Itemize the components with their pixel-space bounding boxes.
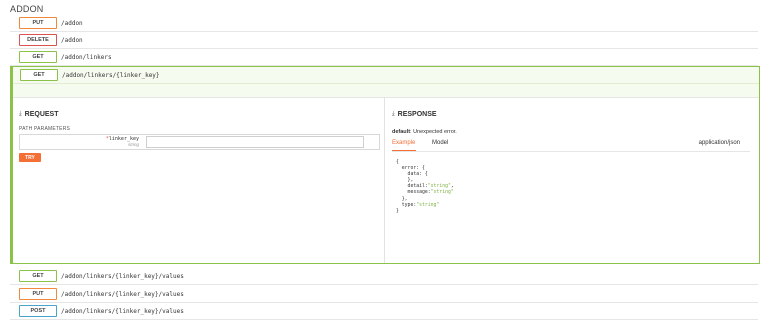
endpoint-row-put-addon[interactable]: PUT /addon: [10, 15, 758, 32]
expanded-endpoint-header[interactable]: GET /addon/linkers/{linker_key}: [13, 67, 759, 84]
tab-model[interactable]: Model: [432, 140, 448, 150]
method-badge-put[interactable]: PUT: [19, 17, 57, 29]
expanded-endpoint-panel: GET /addon/linkers/{linker_key} ⤓ REQUES…: [10, 66, 760, 264]
method-badge-post[interactable]: POST: [19, 305, 57, 317]
request-title-label: REQUEST: [24, 111, 59, 118]
endpoint-row-get-linkers[interactable]: GET /addon/linkers: [10, 49, 758, 66]
method-badge-get[interactable]: GET: [20, 69, 58, 81]
endpoint-path[interactable]: /addon: [61, 20, 83, 27]
endpoint-row-put-values[interactable]: PUT /addon/linkers/{linker_key}/values: [10, 286, 758, 303]
endpoint-path[interactable]: /addon/linkers/{linker_key}/values: [61, 308, 184, 315]
method-badge-put[interactable]: PUT: [19, 288, 57, 300]
endpoint-row-get-values[interactable]: GET /addon/linkers/{linker_key}/values: [10, 268, 758, 285]
method-badge-get[interactable]: GET: [19, 270, 57, 282]
method-badge-delete[interactable]: DELETE: [19, 34, 57, 46]
response-title-label: RESPONSE: [397, 111, 437, 118]
column-divider: [384, 98, 385, 263]
endpoint-path[interactable]: /addon/linkers/{linker_key}/values: [61, 273, 184, 280]
endpoint-path[interactable]: /addon/linkers/{linker_key}/values: [61, 291, 184, 298]
section-title: ADDON: [10, 4, 44, 14]
param-row: *linker_key string: [19, 134, 380, 150]
default-label: default: [392, 129, 411, 135]
endpoint-path[interactable]: /addon/linkers: [61, 54, 112, 61]
endpoint-row-delete-addon[interactable]: DELETE /addon: [10, 32, 758, 49]
response-description: default: Unexpected error.: [392, 129, 457, 135]
path-parameters-label: PATH PARAMETERS: [19, 126, 71, 132]
response-tabs: Example Model application/json: [392, 140, 750, 152]
linker-key-input[interactable]: [146, 136, 364, 148]
param-type: string: [127, 142, 139, 147]
response-description-text: : Unexpected error.: [410, 129, 457, 135]
method-badge-get[interactable]: GET: [19, 51, 57, 63]
request-title: ⤓ REQUEST: [19, 111, 59, 118]
tab-example[interactable]: Example: [392, 140, 416, 151]
download-arrow-icon: ⤓: [392, 111, 395, 117]
response-title: ⤓ RESPONSE: [392, 111, 437, 118]
response-example-code: { error: { data: { }, detail:"string", m…: [396, 160, 454, 214]
header-band: [13, 84, 759, 98]
upload-arrow-icon: ⤓: [19, 111, 22, 117]
try-button[interactable]: TRY: [19, 153, 41, 162]
endpoint-path[interactable]: /addon: [61, 37, 83, 44]
endpoint-row-post-values[interactable]: POST /addon/linkers/{linker_key}/values: [10, 303, 758, 320]
content-type-label: application/json: [698, 140, 740, 146]
endpoint-path[interactable]: /addon/linkers/{linker_key}: [62, 72, 160, 79]
